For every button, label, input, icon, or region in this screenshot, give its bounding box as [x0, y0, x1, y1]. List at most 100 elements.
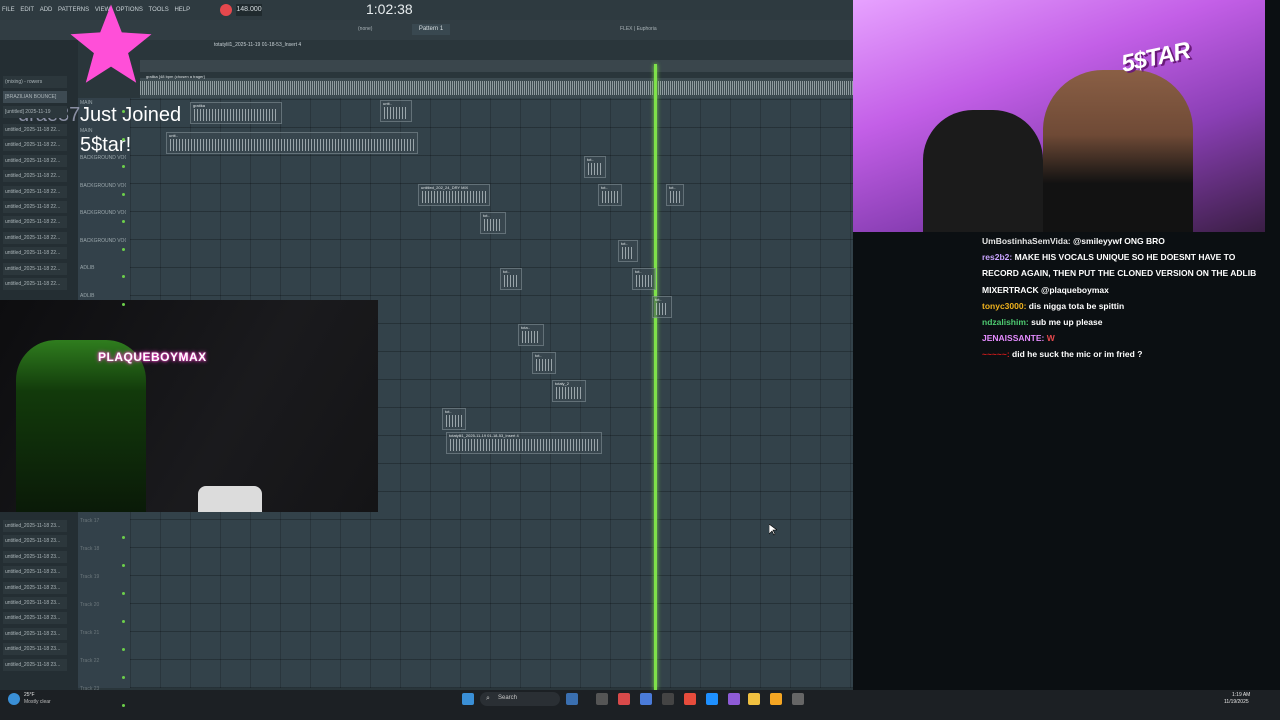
app-icon-1[interactable]: [566, 693, 578, 705]
browser-file[interactable]: untitled_2025-11-18 23...: [3, 520, 67, 532]
browser-file[interactable]: untitled_2025-11-18 22...: [3, 124, 67, 136]
chat-username[interactable]: tonyc3000:: [982, 301, 1026, 311]
track-led[interactable]: [122, 165, 125, 168]
chat-username[interactable]: JENAISSANTE:: [982, 333, 1044, 343]
master-clip[interactable]: gralika [48 bpm (chosen a trager]: [140, 74, 853, 98]
fl-studio-icon[interactable]: [770, 693, 782, 705]
track-led[interactable]: [122, 620, 125, 623]
track-led[interactable]: [122, 302, 125, 306]
browser-file[interactable]: untitled_2025-11-18 22...: [3, 216, 67, 229]
track-name[interactable]: BACKGROUND VOCAL: [80, 238, 126, 244]
track-name[interactable]: MAIN: [80, 100, 126, 106]
audio-clip[interactable]: totaly_2: [552, 380, 586, 402]
audio-clip[interactable]: gratika: [190, 102, 282, 124]
browser-file[interactable]: untitled_2025-11-18 22...: [3, 231, 67, 244]
browser-file[interactable]: untitled_2025-11-18 23...: [3, 581, 67, 594]
audio-clip[interactable]: tot..: [666, 184, 684, 206]
audio-clip[interactable]: tota..: [518, 324, 544, 346]
track-led[interactable]: [122, 676, 125, 679]
audio-clip[interactable]: tot..: [442, 408, 466, 430]
taskbar-search[interactable]: [480, 692, 560, 706]
app-icon-6[interactable]: [792, 693, 804, 705]
chat-username[interactable]: ~~~~~:: [982, 349, 1010, 359]
chat-username[interactable]: ndzalishim:: [982, 317, 1029, 327]
tempo-display[interactable]: 148.000: [236, 4, 262, 16]
chat-username[interactable]: res2b2:: [982, 252, 1012, 262]
browser-file[interactable]: untitled_2025-11-18 22...: [3, 201, 67, 213]
app-icon-4[interactable]: [706, 693, 718, 705]
browser-file[interactable]: untitled_2025-11-18 22...: [3, 262, 67, 275]
audio-clip[interactable]: totatylil1_2025-11-19 01-18-53_Insert 4: [446, 432, 602, 454]
track-name[interactable]: MAIN: [80, 128, 126, 134]
track-led[interactable]: [122, 137, 125, 141]
app-icon-2[interactable]: [662, 693, 674, 705]
app-icon-3[interactable]: [684, 693, 696, 705]
track-led[interactable]: [122, 536, 125, 539]
windows-start-icon[interactable]: [462, 693, 474, 705]
browser-folder[interactable]: [untitled] 2025-11-19: [3, 106, 67, 118]
browser-folder[interactable]: [BRAZILIAN BOUNCE]: [3, 91, 67, 103]
menu-edit[interactable]: EDIT: [20, 0, 34, 20]
pattern-selector[interactable]: Pattern 1: [412, 24, 450, 35]
track-led[interactable]: [122, 220, 125, 223]
browser-file[interactable]: untitled_2025-11-18 23...: [3, 566, 67, 579]
audio-clip[interactable]: tot..: [532, 352, 556, 374]
track-led[interactable]: [122, 247, 125, 251]
audio-clip[interactable]: tot..: [652, 296, 672, 318]
browser-file[interactable]: untitled_2025-11-18 22...: [3, 139, 67, 152]
menu-help[interactable]: HELP: [174, 0, 190, 20]
browser-file[interactable]: untitled_2025-11-18 22...: [3, 185, 67, 198]
track-led[interactable]: [122, 648, 125, 651]
menu-file[interactable]: FILE: [2, 0, 15, 20]
track-name[interactable]: ADLIB: [80, 293, 126, 299]
audio-clip[interactable]: untitled_202_24_DRY MIX: [418, 184, 490, 206]
browser-file[interactable]: untitled_2025-11-18 22...: [3, 278, 67, 290]
browser-file[interactable]: untitled_2025-11-18 22...: [3, 170, 67, 183]
audio-clip[interactable]: untt..: [380, 100, 412, 122]
track-led[interactable]: [122, 564, 125, 567]
track-led[interactable]: [122, 192, 125, 196]
browser-folder[interactable]: (mixing) - rowers: [3, 76, 67, 88]
track-led[interactable]: [122, 592, 125, 595]
audio-clip[interactable]: tot..: [598, 184, 622, 206]
track-led[interactable]: [122, 110, 125, 113]
audio-clip[interactable]: untt..: [166, 132, 418, 154]
app-icon-5[interactable]: [728, 693, 740, 705]
track-led[interactable]: [122, 275, 125, 278]
menu-add[interactable]: ADD: [40, 0, 53, 20]
track-name[interactable]: Track 18: [80, 546, 126, 552]
timeline-ruler[interactable]: [140, 60, 853, 72]
file-explorer-icon[interactable]: [640, 693, 652, 705]
track-name[interactable]: Track 19: [80, 574, 126, 580]
browser-file[interactable]: untitled_2025-11-18 23...: [3, 627, 67, 640]
track-name[interactable]: Track 23: [80, 686, 126, 692]
chat-username[interactable]: UmBostinhaSemVida:: [982, 236, 1071, 246]
browser-file[interactable]: untitled_2025-11-18 22...: [3, 247, 67, 260]
browser-file[interactable]: untitled_2025-11-18 23...: [3, 658, 67, 671]
audio-clip[interactable]: tot..: [632, 268, 656, 290]
track-name[interactable]: Track 17: [80, 518, 126, 524]
track-name[interactable]: Track 20: [80, 602, 126, 608]
browser-file[interactable]: untitled_2025-11-18 23...: [3, 550, 67, 563]
browser-icon[interactable]: [618, 693, 630, 705]
audio-clip[interactable]: tot..: [480, 212, 506, 234]
audio-clip[interactable]: tot..: [500, 268, 522, 290]
browser-file[interactable]: untitled_2025-11-18 23...: [3, 612, 67, 625]
browser-file[interactable]: untitled_2025-11-18 23...: [3, 597, 67, 609]
track-name[interactable]: ADLIB: [80, 265, 126, 271]
weather-icon[interactable]: [8, 693, 20, 705]
browser-file[interactable]: untitled_2025-11-18 23...: [3, 535, 67, 548]
folder-icon[interactable]: [748, 693, 760, 705]
track-name[interactable]: BACKGROUND VOCAL: [80, 183, 126, 189]
audio-clip[interactable]: tot..: [584, 156, 606, 178]
record-button[interactable]: [220, 4, 232, 16]
track-name[interactable]: Track 21: [80, 630, 126, 636]
track-led[interactable]: [122, 704, 125, 707]
browser-file[interactable]: untitled_2025-11-18 22...: [3, 154, 67, 167]
snap-selector[interactable]: (none): [358, 26, 372, 32]
browser-file[interactable]: untitled_2025-11-18 23...: [3, 643, 67, 656]
track-name[interactable]: BACKGROUND VOCAL: [80, 210, 126, 216]
audio-clip[interactable]: tot..: [618, 240, 638, 262]
task-view-icon[interactable]: [596, 693, 608, 705]
track-name[interactable]: BACKGROUND VOCAL: [80, 155, 126, 161]
